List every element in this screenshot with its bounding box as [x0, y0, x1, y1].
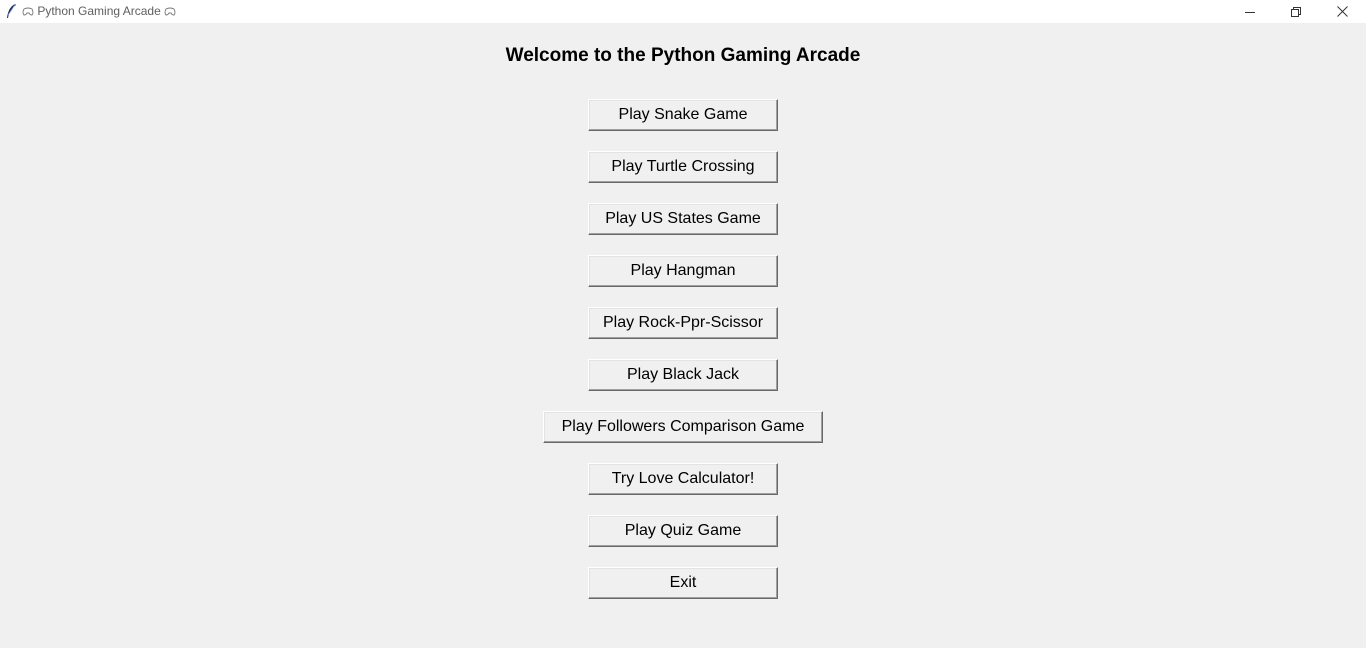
page-title: Welcome to the Python Gaming Arcade	[505, 45, 861, 66]
quiz-game-button[interactable]: Play Quiz Game	[588, 515, 778, 547]
close-icon	[1336, 6, 1348, 17]
gamepad-icon	[164, 7, 176, 16]
love-calculator-button[interactable]: Try Love Calculator!	[588, 463, 778, 495]
black-jack-button[interactable]: Play Black Jack	[588, 359, 778, 391]
us-states-game-button[interactable]: Play US States Game	[588, 203, 778, 235]
minimize-button[interactable]	[1227, 0, 1273, 23]
minimize-icon	[1245, 11, 1255, 13]
close-button[interactable]	[1319, 0, 1365, 23]
hangman-button[interactable]: Play Hangman	[588, 255, 778, 287]
window-title: Python Gaming Arcade	[22, 4, 176, 18]
followers-comparison-button[interactable]: Play Followers Comparison Game	[543, 411, 823, 443]
restore-icon	[1291, 6, 1301, 17]
window-titlebar[interactable]: Python Gaming Arcade	[0, 0, 1366, 23]
rock-paper-scissor-button[interactable]: Play Rock-Ppr-Scissor	[588, 307, 778, 339]
window-title-text: Python Gaming Arcade	[37, 4, 161, 18]
gamepad-icon	[22, 7, 34, 16]
restore-button[interactable]	[1273, 0, 1319, 23]
snake-game-button[interactable]: Play Snake Game	[588, 99, 778, 131]
turtle-crossing-button[interactable]: Play Turtle Crossing	[588, 151, 778, 183]
exit-button[interactable]: Exit	[588, 567, 778, 599]
feather-icon	[7, 3, 16, 18]
